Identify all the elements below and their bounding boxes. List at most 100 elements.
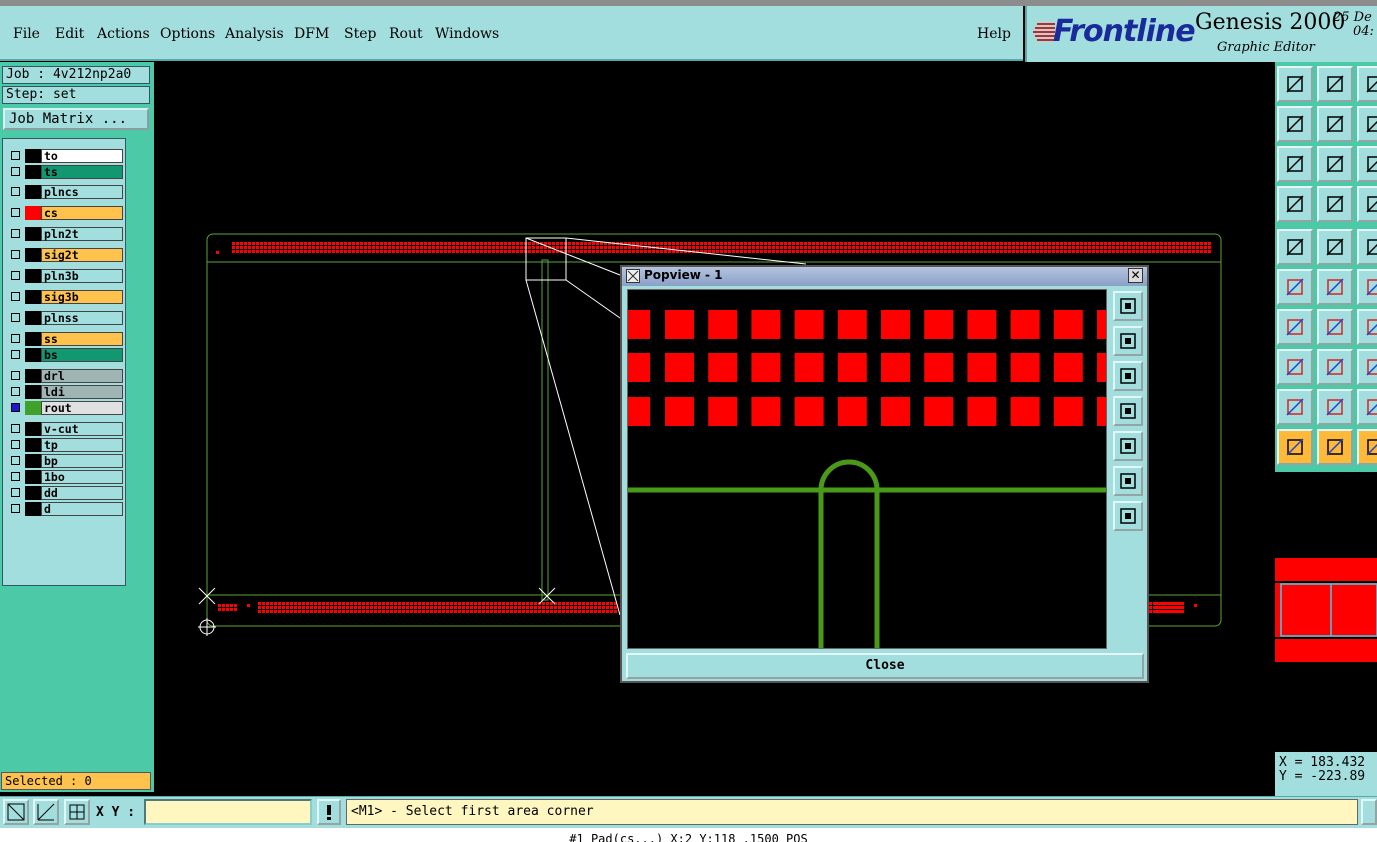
menu-dfm[interactable]: DFM <box>294 26 329 42</box>
snap-icon[interactable] <box>1357 186 1377 222</box>
feature-select-icon[interactable] <box>1277 229 1313 265</box>
move-up-icon[interactable] <box>1277 66 1313 102</box>
layer-color-swatch[interactable] <box>25 227 41 241</box>
pointer-icon[interactable] <box>1277 429 1313 465</box>
layer-name[interactable]: pln3b <box>41 269 123 283</box>
layer-row-bs[interactable]: bs <box>5 348 123 362</box>
menu-analysis[interactable]: Analysis <box>225 26 284 42</box>
layer-checkbox[interactable] <box>11 472 20 481</box>
layer-color-swatch[interactable] <box>25 502 41 516</box>
layer-color-swatch[interactable] <box>25 486 41 500</box>
pv-right-icon[interactable] <box>1113 431 1143 461</box>
layer-color-swatch[interactable] <box>25 385 41 399</box>
layer-checkbox[interactable] <box>11 504 20 513</box>
layer-name[interactable]: sig3b <box>41 290 123 304</box>
pv-zoom-icon[interactable] <box>1113 291 1143 321</box>
layer-name[interactable]: tp <box>41 438 123 452</box>
layer-color-swatch[interactable] <box>25 470 41 484</box>
move-down-icon[interactable] <box>1317 66 1353 102</box>
layer-row-plnss[interactable]: plnss <box>5 311 123 325</box>
layer-row-bp[interactable]: bp <box>5 454 123 468</box>
layer-color-swatch[interactable] <box>25 369 41 383</box>
letter-a-icon[interactable] <box>1357 389 1377 425</box>
layer-name[interactable]: ldi <box>41 385 123 399</box>
layer-color-swatch[interactable] <box>25 438 41 452</box>
layer-color-swatch[interactable] <box>25 185 41 199</box>
move-left-icon[interactable] <box>1277 106 1313 142</box>
slash-icon[interactable] <box>1317 309 1353 345</box>
layer-color-swatch[interactable] <box>25 454 41 468</box>
layer-row-cs[interactable]: cs <box>5 206 123 220</box>
layer-checkbox[interactable] <box>11 313 20 322</box>
layer-checkbox[interactable] <box>11 456 20 465</box>
menu-edit[interactable]: Edit <box>55 26 84 42</box>
layer-checkbox[interactable] <box>11 403 20 412</box>
xy-input[interactable] <box>144 799 312 825</box>
menu-step[interactable]: Step <box>344 26 376 42</box>
layer-row-d[interactable]: d <box>5 502 123 516</box>
menu-file[interactable]: File <box>13 26 40 42</box>
grid-icon[interactable] <box>64 799 90 825</box>
layer-name[interactable]: cs <box>41 206 123 220</box>
layer-color-swatch[interactable] <box>25 311 41 325</box>
layer-color-swatch[interactable] <box>25 165 41 179</box>
align-icon[interactable] <box>1357 349 1377 385</box>
layer-row-dd[interactable]: dd <box>5 486 123 500</box>
menu-actions[interactable]: Actions <box>97 26 150 42</box>
zoom-center-icon[interactable] <box>1317 146 1353 182</box>
layer-name[interactable]: dd <box>41 486 123 500</box>
layer-name[interactable]: 1bo <box>41 470 123 484</box>
layer-row-ts[interactable]: ts <box>5 165 123 179</box>
layer-checkbox[interactable] <box>11 250 20 259</box>
menu-windows[interactable]: Windows <box>435 26 499 42</box>
undo-icon[interactable] <box>1357 106 1377 142</box>
layer-checkbox[interactable] <box>11 387 20 396</box>
layer-name[interactable]: ts <box>41 165 123 179</box>
job-matrix-button[interactable]: Job Matrix ... <box>3 108 149 130</box>
layer-row-plncs[interactable]: plncs <box>5 185 123 199</box>
layer-checkbox[interactable] <box>11 167 20 176</box>
overview-map[interactable] <box>1275 472 1377 752</box>
layer-color-swatch[interactable] <box>25 332 41 346</box>
layer-checkbox[interactable] <box>11 271 20 280</box>
cross-icon[interactable] <box>1317 269 1353 305</box>
layer-checkbox[interactable] <box>11 371 20 380</box>
layer-row-tp[interactable]: tp <box>5 438 123 452</box>
layer-row-drl[interactable]: drl <box>5 369 123 383</box>
layer-row-ldi[interactable]: ldi <box>5 385 123 399</box>
layer-checkbox[interactable] <box>11 151 20 160</box>
pv-fit-icon[interactable] <box>1113 466 1143 496</box>
layer-row-v-cut[interactable]: v-cut <box>5 422 123 436</box>
warning-icon[interactable] <box>317 799 341 825</box>
zoom-ratio-icon[interactable] <box>1357 146 1377 182</box>
layer-row-sig3b[interactable]: sig3b <box>5 290 123 304</box>
popview-canvas[interactable] <box>627 289 1126 649</box>
layer-checkbox[interactable] <box>11 350 20 359</box>
stop-icon[interactable] <box>1357 429 1377 465</box>
zoom-area-icon[interactable] <box>3 799 29 825</box>
layer-row-1bo[interactable]: 1bo <box>5 470 123 484</box>
ruler-icon[interactable] <box>1357 229 1377 265</box>
layer-checkbox[interactable] <box>11 440 20 449</box>
menu-options[interactable]: Options <box>160 26 215 42</box>
layer-name[interactable]: bs <box>41 348 123 362</box>
triangle-icon[interactable] <box>1277 389 1313 425</box>
layer-color-swatch[interactable] <box>25 149 41 163</box>
scroll-right-button[interactable] <box>1361 799 1377 825</box>
arrow-icon[interactable] <box>1357 309 1377 345</box>
pv-down-icon[interactable] <box>1113 361 1143 391</box>
layer-color-swatch[interactable] <box>25 422 41 436</box>
layer-name[interactable]: d <box>41 502 123 516</box>
layer-name[interactable]: v-cut <box>41 422 123 436</box>
layer-checkbox[interactable] <box>11 334 20 343</box>
layer-name[interactable]: pln2t <box>41 227 123 241</box>
peak-icon[interactable] <box>1317 389 1353 425</box>
layer-color-swatch[interactable] <box>25 269 41 283</box>
layer-row-rout[interactable]: rout <box>5 401 123 415</box>
select-pointer-icon[interactable] <box>1317 429 1353 465</box>
layer-name[interactable]: to <box>41 149 123 163</box>
layer-name[interactable]: ss <box>41 332 123 346</box>
layer-color-swatch[interactable] <box>25 401 41 415</box>
region-select-icon[interactable] <box>1317 229 1353 265</box>
popview-window[interactable]: Popview - 1 ✕ Close <box>620 265 1149 683</box>
